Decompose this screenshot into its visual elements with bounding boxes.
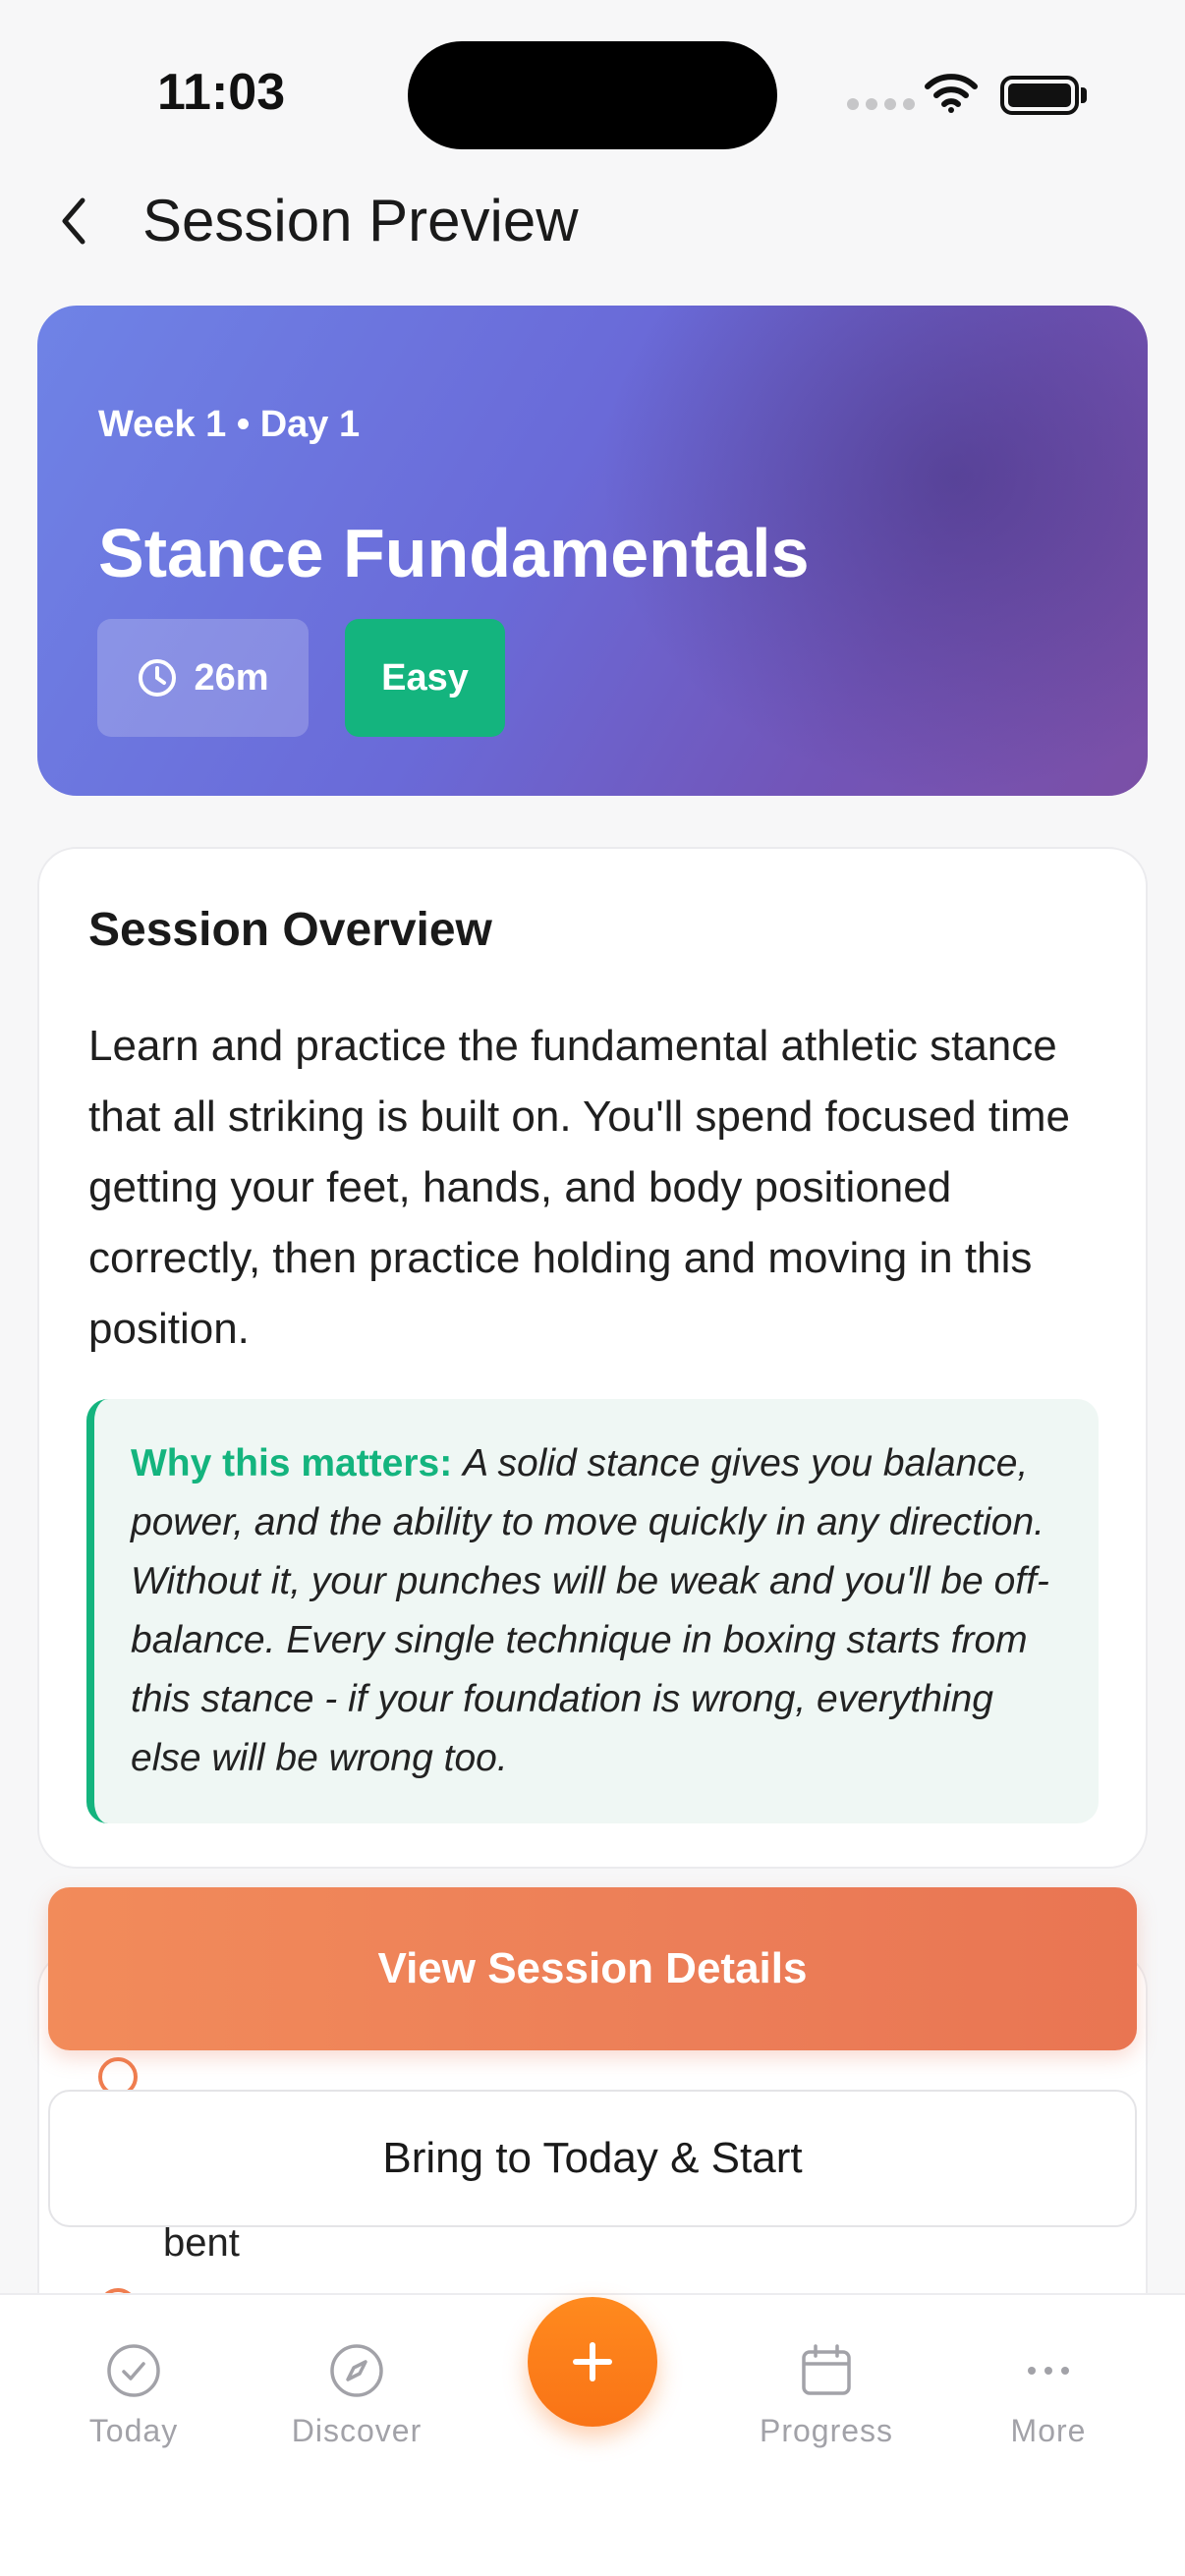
more-dots-icon bbox=[1028, 2367, 1069, 2375]
tab-label: Today bbox=[88, 2413, 179, 2448]
week-day-label: Week 1 • Day 1 bbox=[98, 404, 361, 445]
battery-icon bbox=[1000, 76, 1079, 115]
tab-label: More bbox=[1010, 2413, 1087, 2448]
why-label: Why this matters: bbox=[131, 1442, 453, 1484]
tab-progress[interactable]: Progress bbox=[728, 2342, 925, 2449]
why-this-matters-callout: Why this matters: A solid stance gives y… bbox=[86, 1399, 1099, 1823]
add-session-button[interactable] bbox=[528, 2297, 657, 2427]
calendar-icon bbox=[802, 2344, 851, 2395]
back-button[interactable] bbox=[49, 187, 98, 255]
difficulty-badge: Easy bbox=[345, 619, 505, 737]
why-text: A solid stance gives you balance, power,… bbox=[131, 1442, 1049, 1779]
dynamic-island bbox=[408, 41, 777, 149]
tab-label: Discover bbox=[291, 2413, 423, 2448]
tab-label: Progress bbox=[759, 2413, 894, 2448]
tab-discover[interactable]: Discover bbox=[258, 2342, 455, 2449]
status-bar: 11:03 bbox=[0, 0, 1185, 196]
chevron-left-icon bbox=[62, 197, 85, 245]
check-circle-icon bbox=[107, 2344, 160, 2397]
duration-label: 26m bbox=[194, 656, 269, 699]
session-overview-card: Session Overview Learn and practice the … bbox=[37, 847, 1148, 1869]
overview-title: Session Overview bbox=[88, 904, 492, 956]
session-title: Stance Fundamentals bbox=[98, 515, 810, 591]
tab-more[interactable]: More bbox=[950, 2342, 1147, 2449]
compass-icon bbox=[330, 2344, 383, 2397]
bring-to-today-start-button[interactable]: Bring to Today & Start bbox=[48, 2090, 1137, 2227]
wifi-icon bbox=[925, 74, 978, 113]
status-time: 11:03 bbox=[157, 64, 286, 121]
session-hero-card: Week 1 • Day 1 Stance Fundamentals 26m E… bbox=[37, 306, 1148, 796]
duration-chip: 26m bbox=[97, 619, 309, 737]
overview-description: Learn and practice the fundamental athle… bbox=[88, 1022, 1070, 1353]
clock-icon bbox=[139, 659, 177, 697]
cellular-signal-icon bbox=[847, 98, 915, 110]
plus-icon bbox=[573, 2342, 612, 2381]
battery-tip bbox=[1081, 87, 1087, 103]
view-session-details-button[interactable]: View Session Details bbox=[48, 1887, 1137, 2050]
page-title: Session Preview bbox=[142, 188, 579, 253]
tab-today[interactable]: Today bbox=[35, 2342, 232, 2449]
